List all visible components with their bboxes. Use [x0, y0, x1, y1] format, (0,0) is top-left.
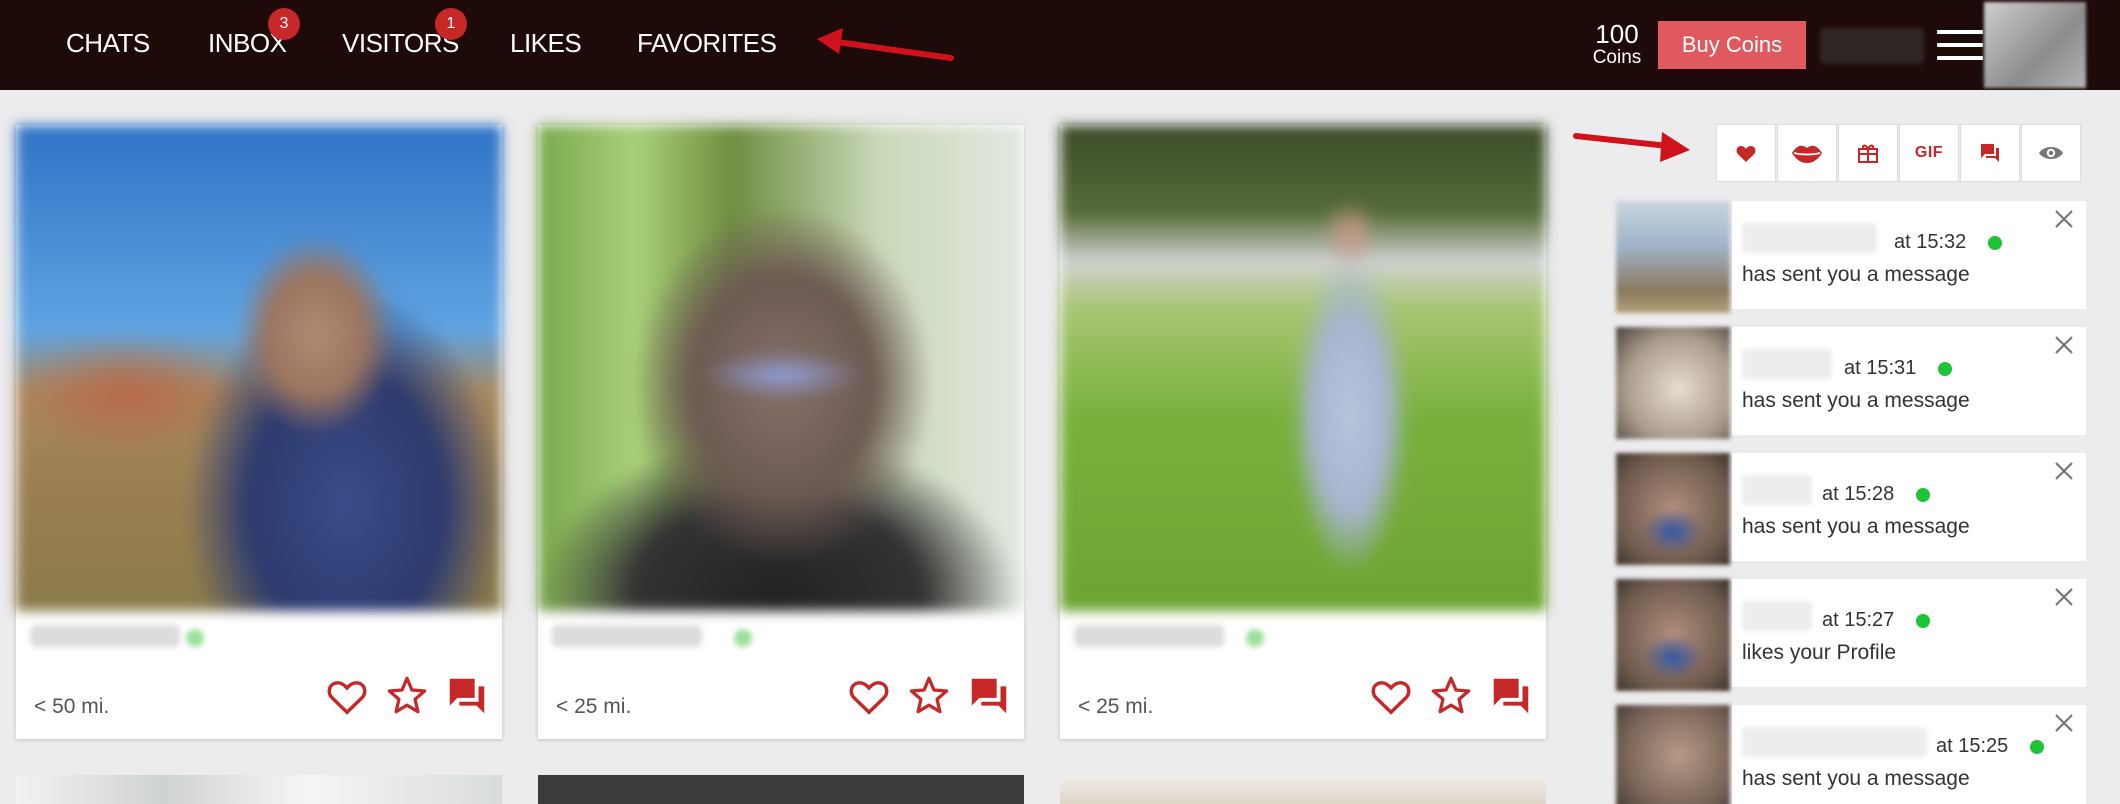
open-chat-button[interactable]: [1960, 124, 2020, 182]
coin-balance: 100 Coins: [1585, 20, 1649, 68]
notification-item[interactable]: at 15:28 has sent you a message: [1614, 453, 2086, 565]
profile-card[interactable]: < 25 mi.: [1060, 125, 1546, 739]
online-indicator: [1938, 362, 1952, 376]
gift-icon: [1858, 144, 1878, 163]
notification-avatar[interactable]: [1616, 327, 1730, 439]
profile-photo[interactable]: [1060, 125, 1546, 611]
star-icon[interactable]: [1428, 673, 1474, 719]
notification-avatar[interactable]: [1616, 201, 1730, 313]
notification-avatar[interactable]: [1616, 705, 1730, 804]
top-navigation-bar: CHATS INBOX 3 VISITORS 1 LIKES FAVORITES…: [0, 0, 2120, 90]
profile-card-partial[interactable]: [16, 775, 502, 804]
profile-name-blurred[interactable]: [552, 625, 702, 647]
nav-favorites[interactable]: FAVORITES: [637, 28, 777, 59]
notification-time: at 15:25: [1936, 735, 2009, 757]
notification-message: has sent you a message: [1742, 515, 1970, 538]
heart-icon[interactable]: [324, 673, 370, 719]
gif-icon: GIF: [1914, 144, 1944, 161]
profile-card-partial[interactable]: [538, 775, 1024, 804]
sender-name-blurred[interactable]: [1742, 601, 1812, 631]
star-icon[interactable]: [384, 673, 430, 719]
heart-icon[interactable]: [846, 673, 892, 719]
notification-item[interactable]: at 15:27 likes your Profile: [1614, 579, 2086, 691]
profile-card-partial[interactable]: [1060, 775, 1546, 804]
annotation-arrow-toolbar: [1573, 132, 1690, 162]
distance-label: < 50 mi.: [34, 695, 110, 718]
user-avatar[interactable]: [1984, 2, 2086, 88]
profile-card[interactable]: < 25 mi.: [538, 125, 1024, 739]
chat-icon[interactable]: [444, 673, 490, 719]
close-icon[interactable]: [2052, 585, 2076, 609]
notification-avatar[interactable]: [1616, 453, 1730, 565]
notification-time: at 15:32: [1894, 231, 1967, 253]
notification-message: has sent you a message: [1742, 263, 1970, 286]
chat-icon[interactable]: [1488, 673, 1534, 719]
notification-message: has sent you a message: [1742, 389, 1970, 412]
online-indicator: [2030, 740, 2044, 754]
nav-likes[interactable]: LIKES: [510, 28, 582, 59]
sender-name-blurred[interactable]: [1742, 475, 1812, 505]
annotation-arrow-nav: [817, 28, 954, 61]
notification-avatar[interactable]: [1616, 579, 1730, 691]
notification-message: likes your Profile: [1742, 641, 1897, 664]
profile-name-blurred[interactable]: [30, 625, 180, 647]
notification-message: has sent you a message: [1742, 767, 1970, 790]
online-indicator: [186, 629, 204, 647]
username-blurred[interactable]: [1820, 28, 1924, 64]
send-like-button[interactable]: [1716, 124, 1776, 182]
close-icon[interactable]: [2052, 207, 2076, 231]
profile-name-blurred[interactable]: [1074, 625, 1224, 647]
menu-icon[interactable]: [1937, 30, 1983, 60]
send-gif-button[interactable]: GIF: [1899, 124, 1959, 182]
visitors-count-badge: 1: [435, 8, 467, 40]
notification-item[interactable]: at 15:32 has sent you a message: [1614, 201, 2086, 313]
notification-time: at 15:28: [1822, 483, 1895, 505]
view-profile-button[interactable]: [2021, 124, 2081, 182]
profile-photo[interactable]: [538, 125, 1024, 611]
sender-name-blurred[interactable]: [1742, 349, 1832, 379]
coin-label: Coins: [1592, 47, 1642, 68]
close-icon[interactable]: [2052, 459, 2076, 483]
kiss-lips-icon: [1792, 145, 1822, 163]
eye-icon: [2039, 147, 2063, 159]
star-icon[interactable]: [906, 673, 952, 719]
inbox-count-badge: 3: [268, 8, 300, 40]
profile-photo[interactable]: [16, 125, 502, 611]
heart-icon: [1736, 145, 1756, 162]
notification-time: at 15:27: [1822, 609, 1895, 631]
online-indicator: [1246, 629, 1264, 647]
notification-time: at 15:31: [1844, 357, 1917, 379]
online-indicator: [1988, 236, 2002, 250]
distance-label: < 25 mi.: [1078, 695, 1154, 718]
sender-name-blurred[interactable]: [1742, 727, 1927, 757]
chat-icon: [1981, 144, 1999, 162]
profile-card[interactable]: < 50 mi.: [16, 125, 502, 739]
sender-name-blurred[interactable]: [1742, 223, 1877, 253]
coin-count: 100: [1595, 19, 1639, 49]
close-icon[interactable]: [2052, 711, 2076, 735]
notification-item[interactable]: at 15:25 has sent you a message: [1614, 705, 2086, 804]
nav-chats[interactable]: CHATS: [66, 28, 150, 59]
chat-icon[interactable]: [966, 673, 1012, 719]
online-indicator: [734, 629, 752, 647]
buy-coins-button[interactable]: Buy Coins: [1658, 21, 1806, 69]
notification-item[interactable]: at 15:31 has sent you a message: [1614, 327, 2086, 439]
online-indicator: [1916, 488, 1930, 502]
send-gift-button[interactable]: [1838, 124, 1898, 182]
send-kiss-button[interactable]: [1777, 124, 1837, 182]
heart-icon[interactable]: [1368, 673, 1414, 719]
close-icon[interactable]: [2052, 333, 2076, 357]
quick-action-toolbar: GIF: [1716, 124, 2082, 182]
distance-label: < 25 mi.: [556, 695, 632, 718]
online-indicator: [1916, 614, 1930, 628]
